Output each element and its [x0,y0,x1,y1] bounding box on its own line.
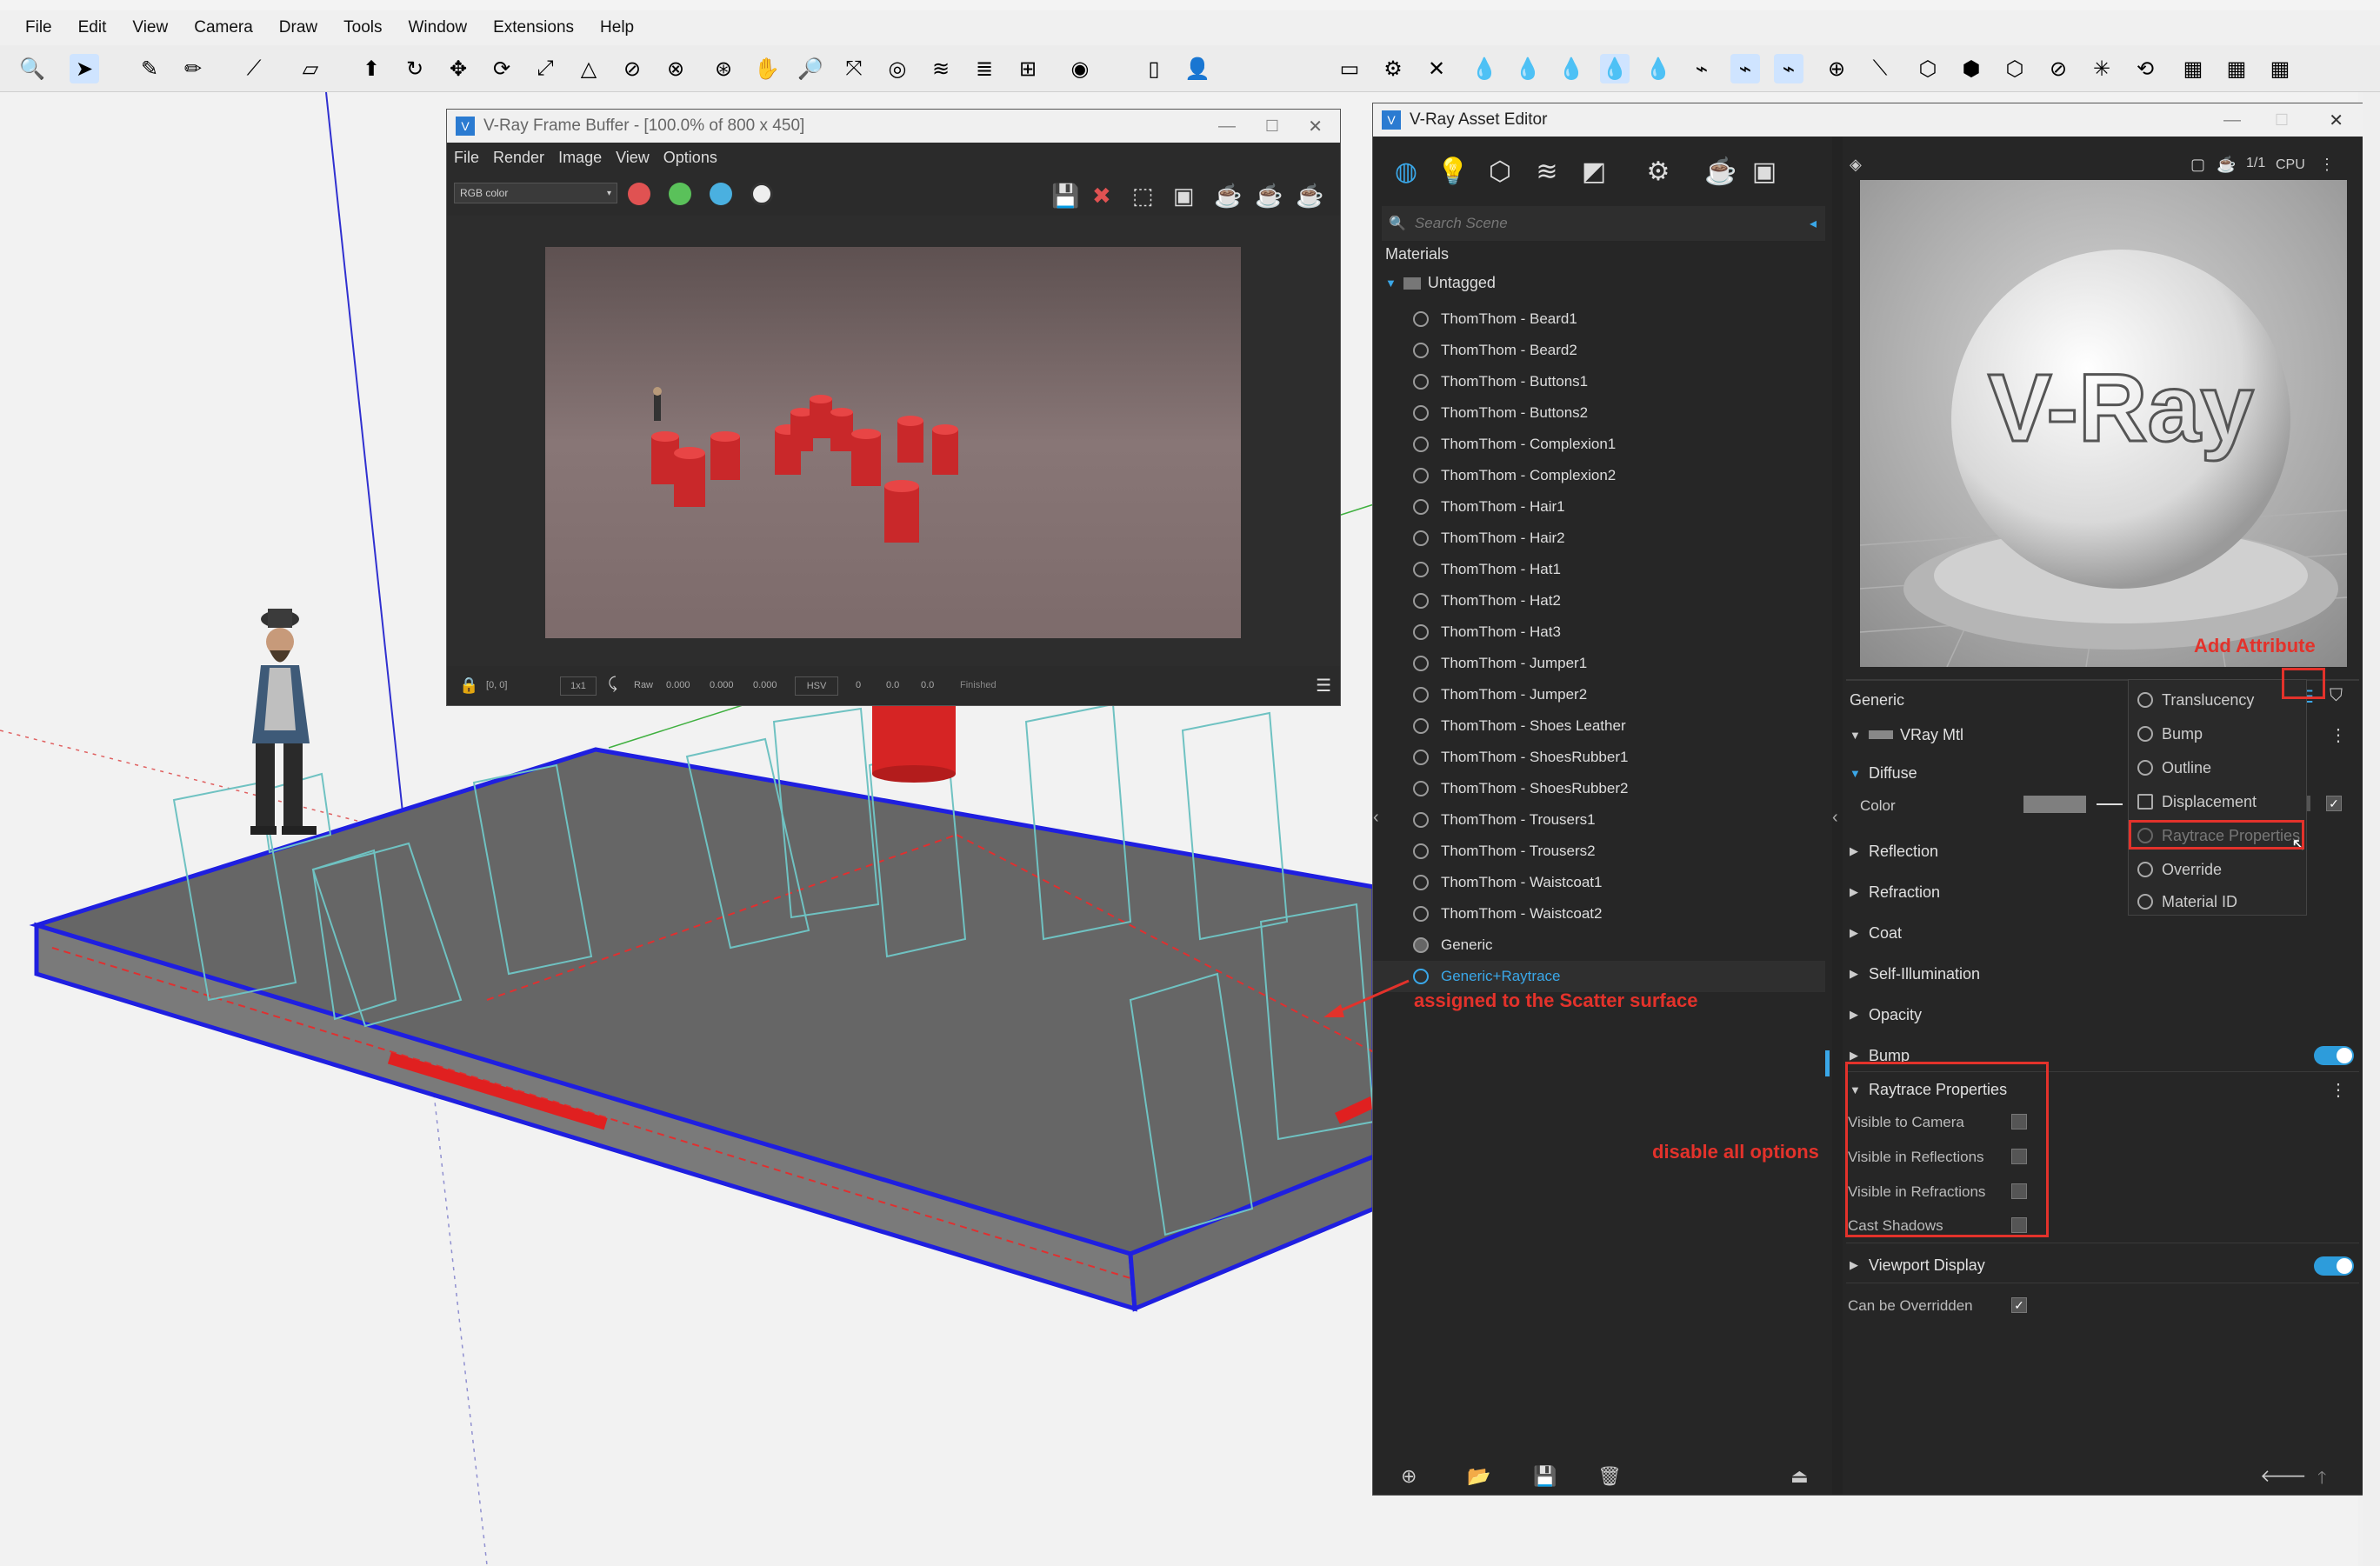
annotation-arrow [1323,979,1410,1017]
